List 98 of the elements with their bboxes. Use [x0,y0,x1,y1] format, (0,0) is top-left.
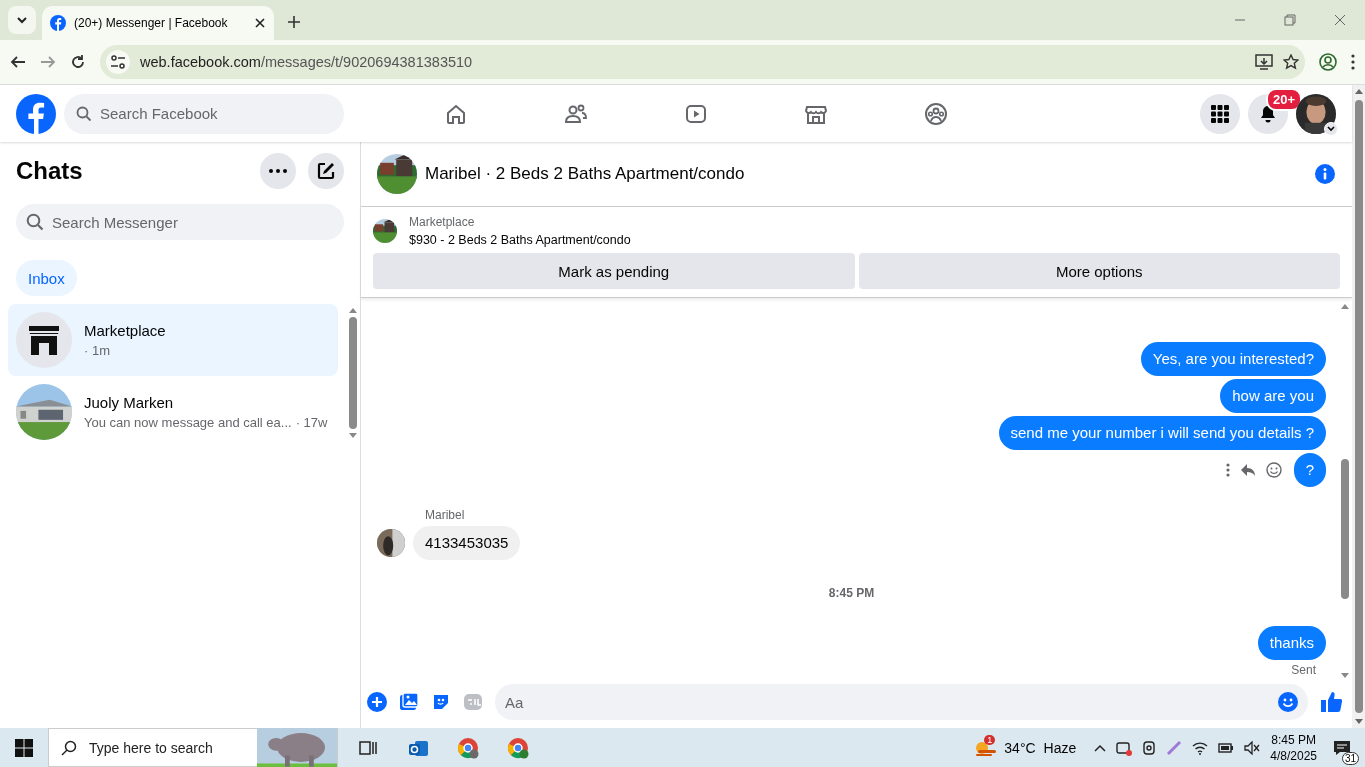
weather-condition: Haze [1043,739,1077,756]
wifi-icon[interactable] [1192,740,1209,755]
reload-icon[interactable] [70,54,86,70]
caret-icon [16,14,28,26]
groups-icon [924,101,948,126]
notification-center-button[interactable]: 31 [1327,732,1357,763]
scroll-down-icon [1354,719,1363,724]
action-button[interactable]: Mark as pending [373,253,855,289]
forward-icon [40,54,56,70]
message-bubble: send me your number i will send you details ? [998,416,1326,450]
search-icon [26,213,44,231]
caret-icon [1327,125,1335,132]
site-settings-icon[interactable] [110,54,126,70]
caret-icon[interactable] [1094,743,1107,752]
menu-button[interactable] [1200,93,1240,134]
gif-icon [463,692,483,712]
message-bubble: thanks [1257,626,1326,660]
address-field[interactable]: web.facebook.com/messages/t/9020694381383510 [100,45,1305,79]
conversation-title: Maribel · 2 Beds 2 Baths Apartment/condo [425,164,746,184]
facebook-logo[interactable] [16,93,56,134]
temperature: 34°C [1004,739,1036,756]
info-icon[interactable] [1314,163,1336,185]
scroll-up-icon [1341,304,1349,309]
taskbar-search-field[interactable]: Type here to search [48,728,338,767]
chat-icon [1333,739,1351,756]
conversation-item[interactable]: Marketplace · 1m [8,304,338,376]
scroll-down-icon [349,433,357,438]
emoji-icon[interactable] [1265,462,1282,478]
timestamp: 8:45 PM [828,586,875,600]
message-bubble: ? [1293,453,1326,487]
muted-speaker-icon[interactable] [1244,740,1261,755]
message-bubble: Yes, are you interested? [1140,342,1326,376]
install-icon[interactable] [1255,54,1273,70]
filter-tab[interactable]: Inbox [16,260,77,296]
emoji-icon[interactable] [1278,692,1298,712]
options-button[interactable] [260,153,296,189]
listing-label: Marketplace [409,215,476,229]
menu-icon[interactable] [1351,54,1355,70]
message-preview: You can now message and call ea... [84,415,292,430]
profile-icon[interactable] [1319,53,1337,71]
scroll-up-icon [349,308,357,313]
scrollbar-thumb[interactable] [1341,459,1349,599]
tab-list-button[interactable] [8,6,36,34]
message-bubble: how are you [1220,379,1326,413]
notification-badge: 20+ [1265,87,1302,111]
facebook-icon [50,15,66,31]
more-icon [269,169,287,173]
scrollbar-thumb[interactable] [1354,100,1363,713]
like-button[interactable] [1320,691,1342,713]
add-button[interactable] [367,692,387,712]
timestamp: · 17w [295,415,328,430]
plus-icon[interactable] [287,15,301,29]
more-icon[interactable] [1225,463,1230,477]
battery-icon[interactable] [1218,741,1235,754]
contact-name: Marketplace [84,322,166,339]
compose-icon [316,161,336,181]
meet-icon[interactable] [1116,739,1133,756]
scrollbar[interactable] [1352,85,1365,728]
image-icon [399,692,419,712]
sticker-icon [431,692,451,712]
browser-tab[interactable]: (20+) Messenger | Facebook [42,6,274,40]
browser-icon [457,736,479,759]
timestamp: · 1m [84,343,110,358]
alert-badge: 1 [984,734,996,745]
reply-icon[interactable] [1239,463,1256,477]
store-icon [27,324,61,356]
scrollbar-thumb[interactable] [349,317,357,429]
sender-name: Maribel [425,508,466,522]
pen-icon[interactable] [1166,739,1183,756]
scroll-down-icon [1341,673,1349,678]
back-icon[interactable] [10,54,26,70]
search-field[interactable]: Search Facebook [64,93,344,134]
plus-icon [367,692,387,712]
search-icon [61,739,77,756]
restore-icon[interactable] [1284,14,1296,26]
contact-name: Juoly Marken [84,394,175,411]
chats-heading: Chats [16,157,84,185]
scroll-up-icon [1354,89,1363,94]
listing-title: $930 - 2 Beds 2 Baths Apartment/condo [409,233,631,247]
conversation-item[interactable]: Juoly Marken You can now message and call ea... · 17w [8,376,338,448]
message-field[interactable]: Aa [495,684,1308,720]
thumbs-up-icon [1320,691,1342,713]
clock[interactable]: 8:45 PM 4/8/2025 [1270,731,1317,764]
star-icon[interactable] [1283,54,1299,70]
close-icon[interactable] [254,17,266,29]
delivery-status: Sent [1291,663,1316,677]
new-message-button[interactable] [308,153,344,189]
notification-count: 31 [1341,751,1359,765]
message-bubble: 4133453035 [413,526,521,560]
browser-icon [507,736,529,759]
action-button[interactable]: More options [858,253,1340,289]
sticker-button[interactable] [431,692,451,712]
search-icon [76,105,92,122]
grid-icon [1211,104,1229,123]
windows-icon [15,738,33,757]
search-field[interactable]: Search Messenger [16,204,344,240]
camera-icon[interactable] [1142,739,1157,756]
photo-button[interactable] [399,692,419,712]
